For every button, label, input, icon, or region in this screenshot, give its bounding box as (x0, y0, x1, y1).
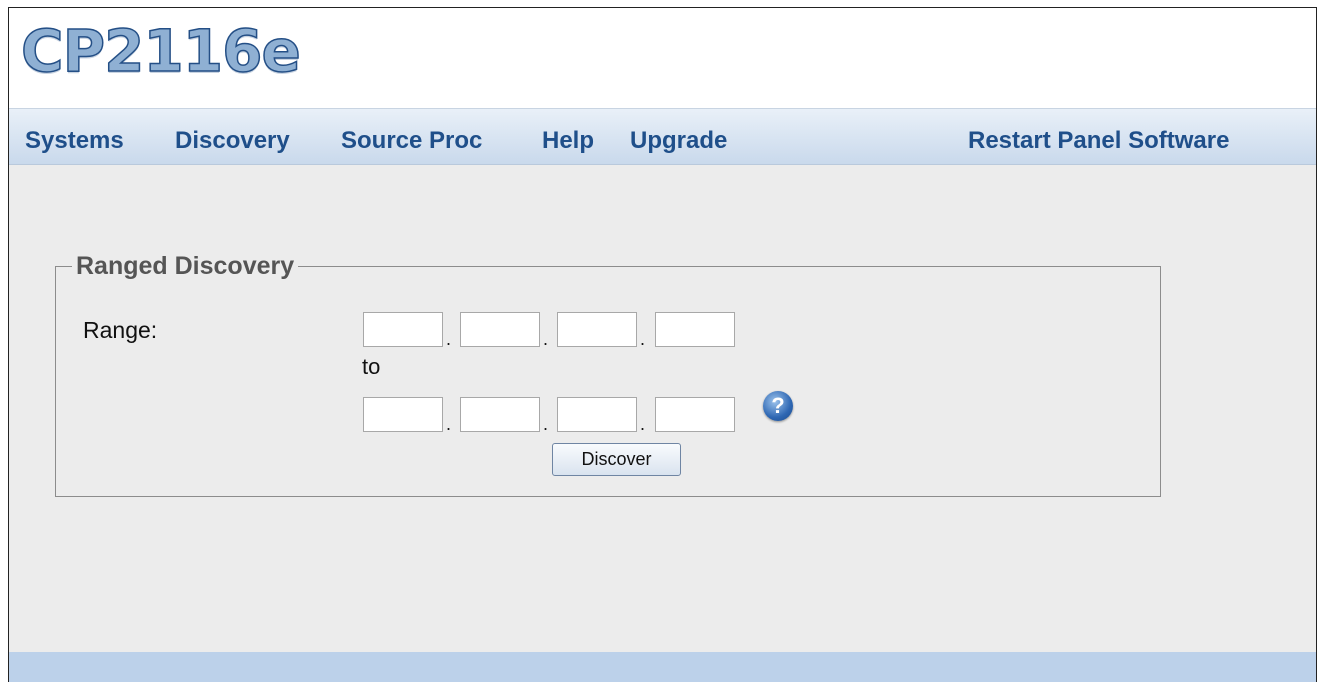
nav-upgrade[interactable]: Upgrade (630, 129, 727, 153)
octet-separator: . (543, 329, 549, 349)
nav-systems[interactable]: Systems (25, 129, 124, 153)
start-ip-octet-4[interactable] (655, 312, 735, 347)
start-ip-octet-3[interactable] (557, 312, 637, 347)
octet-separator: . (640, 329, 646, 349)
end-ip-octet-3[interactable] (557, 397, 637, 432)
start-ip-octet-1[interactable] (363, 312, 443, 347)
main-nav: Systems Discovery Source Proc Help Upgra… (9, 109, 1316, 165)
octet-separator: . (543, 414, 549, 434)
end-ip-octet-4[interactable] (655, 397, 735, 432)
start-ip-octet-2[interactable] (460, 312, 540, 347)
nav-discovery[interactable]: Discovery (175, 129, 290, 153)
end-ip-octet-1[interactable] (363, 397, 443, 432)
app-logo: CP2116e (20, 17, 301, 85)
end-ip-octet-2[interactable] (460, 397, 540, 432)
octet-separator: . (446, 329, 452, 349)
question-circle-icon[interactable]: ? (763, 391, 793, 421)
header: CP2116e (9, 8, 1316, 109)
footer-bar (9, 652, 1316, 682)
nav-source-proc[interactable]: Source Proc (341, 129, 482, 153)
to-label: to (362, 354, 381, 379)
discover-button[interactable]: Discover (552, 443, 681, 476)
ranged-discovery-legend: Ranged Discovery (76, 252, 295, 280)
nav-help[interactable]: Help (542, 129, 594, 153)
range-label: Range: (83, 317, 158, 343)
octet-separator: . (640, 414, 646, 434)
octet-separator: . (446, 414, 452, 434)
nav-restart-panel-software[interactable]: Restart Panel Software (968, 129, 1229, 153)
